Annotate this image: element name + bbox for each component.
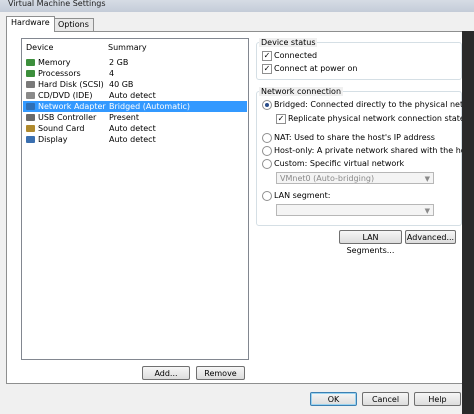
background-window-edge xyxy=(462,31,474,414)
cancel-button[interactable]: Cancel xyxy=(362,392,409,406)
memory-icon xyxy=(26,59,35,66)
replicate-state-label: Replicate physical network connection st… xyxy=(288,114,465,123)
connected-checkbox[interactable]: ✓ xyxy=(262,51,272,61)
connect-at-power-on-checkbox[interactable]: ✓ xyxy=(262,64,272,74)
custom-label: Custom: Specific virtual network xyxy=(274,159,405,168)
device-row-processors[interactable]: Processors 4 xyxy=(23,68,247,79)
lan-segment-radio[interactable] xyxy=(262,191,272,201)
custom-network-value: VMnet0 (Auto-bridging) xyxy=(280,174,375,183)
device-status-legend: Device status xyxy=(259,38,318,47)
hard-disk-icon xyxy=(26,81,35,88)
display-icon xyxy=(26,136,35,143)
chevron-down-icon: ▼ xyxy=(424,175,430,183)
replicate-state-checkbox[interactable]: ✓ xyxy=(276,114,286,124)
network-adapter-icon xyxy=(26,103,35,110)
advanced-button[interactable]: Advanced... xyxy=(405,230,456,244)
custom-radio[interactable] xyxy=(262,159,272,169)
device-row-cd-dvd-ide[interactable]: CD/DVD (IDE) Auto detect xyxy=(23,90,247,101)
column-device[interactable]: Device xyxy=(26,43,53,52)
cd-dvd-icon xyxy=(26,92,35,99)
host-only-radio[interactable] xyxy=(262,146,272,156)
chevron-down-icon: ▼ xyxy=(424,207,430,215)
lan-segment-label: LAN segment: xyxy=(274,191,331,200)
nat-radio[interactable] xyxy=(262,133,272,143)
device-summary: 2 GB xyxy=(109,58,129,67)
device-row-display[interactable]: Display Auto detect xyxy=(23,134,247,145)
device-summary: Present xyxy=(109,113,140,122)
device-summary: 4 xyxy=(109,69,115,78)
device-name: Sound Card xyxy=(38,124,85,133)
device-row-hard-disk-scsi[interactable]: Hard Disk (SCSI) 40 GB xyxy=(23,79,247,90)
lan-segments-button[interactable]: LAN Segments... xyxy=(339,230,402,255)
device-name: Processors xyxy=(38,69,81,78)
device-row-sound-card[interactable]: Sound Card Auto detect xyxy=(23,123,247,134)
device-row-usb-controller[interactable]: USB Controller Present xyxy=(23,112,247,123)
sound-card-icon xyxy=(26,125,35,132)
bridged-radio[interactable] xyxy=(262,100,272,110)
help-button[interactable]: Help xyxy=(414,392,461,406)
tab-hardware[interactable]: Hardware xyxy=(6,16,55,32)
nat-label: NAT: Used to share the host's IP address xyxy=(274,133,435,142)
device-list-header: Device Summary xyxy=(26,43,246,55)
lan-segment-select[interactable]: ▼ xyxy=(276,204,434,216)
device-name: Display xyxy=(38,135,68,144)
bridged-label: Bridged: Connected directly to the physi… xyxy=(274,100,474,109)
window-title: Virtual Machine Settings xyxy=(8,0,106,8)
remove-button[interactable]: Remove xyxy=(196,366,245,380)
title-bar: Virtual Machine Settings xyxy=(0,0,474,12)
device-summary: Bridged (Automatic) xyxy=(109,102,190,111)
device-summary: Auto detect xyxy=(109,135,156,144)
device-name: Memory xyxy=(38,58,71,67)
ok-button[interactable]: OK xyxy=(310,392,357,406)
device-name: Hard Disk (SCSI) xyxy=(38,80,104,89)
custom-network-select[interactable]: VMnet0 (Auto-bridging) ▼ xyxy=(276,172,434,184)
host-only-label: Host-only: A private network shared with… xyxy=(274,146,473,155)
processor-icon xyxy=(26,70,35,77)
tab-options[interactable]: Options xyxy=(53,18,94,31)
connect-at-power-on-label: Connect at power on xyxy=(274,64,358,73)
network-connection-legend: Network connection xyxy=(259,87,344,96)
device-status-group xyxy=(256,42,462,80)
add-button[interactable]: Add... xyxy=(142,366,190,380)
device-row-network-adapter[interactable]: Network Adapter Bridged (Automatic) xyxy=(23,101,247,112)
column-summary[interactable]: Summary xyxy=(108,43,147,52)
device-summary: 40 GB xyxy=(109,80,134,89)
usb-icon xyxy=(26,114,35,121)
device-summary: Auto detect xyxy=(109,124,156,133)
device-summary: Auto detect xyxy=(109,91,156,100)
device-row-memory[interactable]: Memory 2 GB xyxy=(23,57,247,68)
device-list[interactable]: Device Summary Memory 2 GB Processors 4 Hard… xyxy=(21,38,249,360)
device-name: Network Adapter xyxy=(38,102,106,111)
connected-label: Connected xyxy=(274,51,318,60)
device-name: USB Controller xyxy=(38,113,97,122)
device-name: CD/DVD (IDE) xyxy=(38,91,93,100)
